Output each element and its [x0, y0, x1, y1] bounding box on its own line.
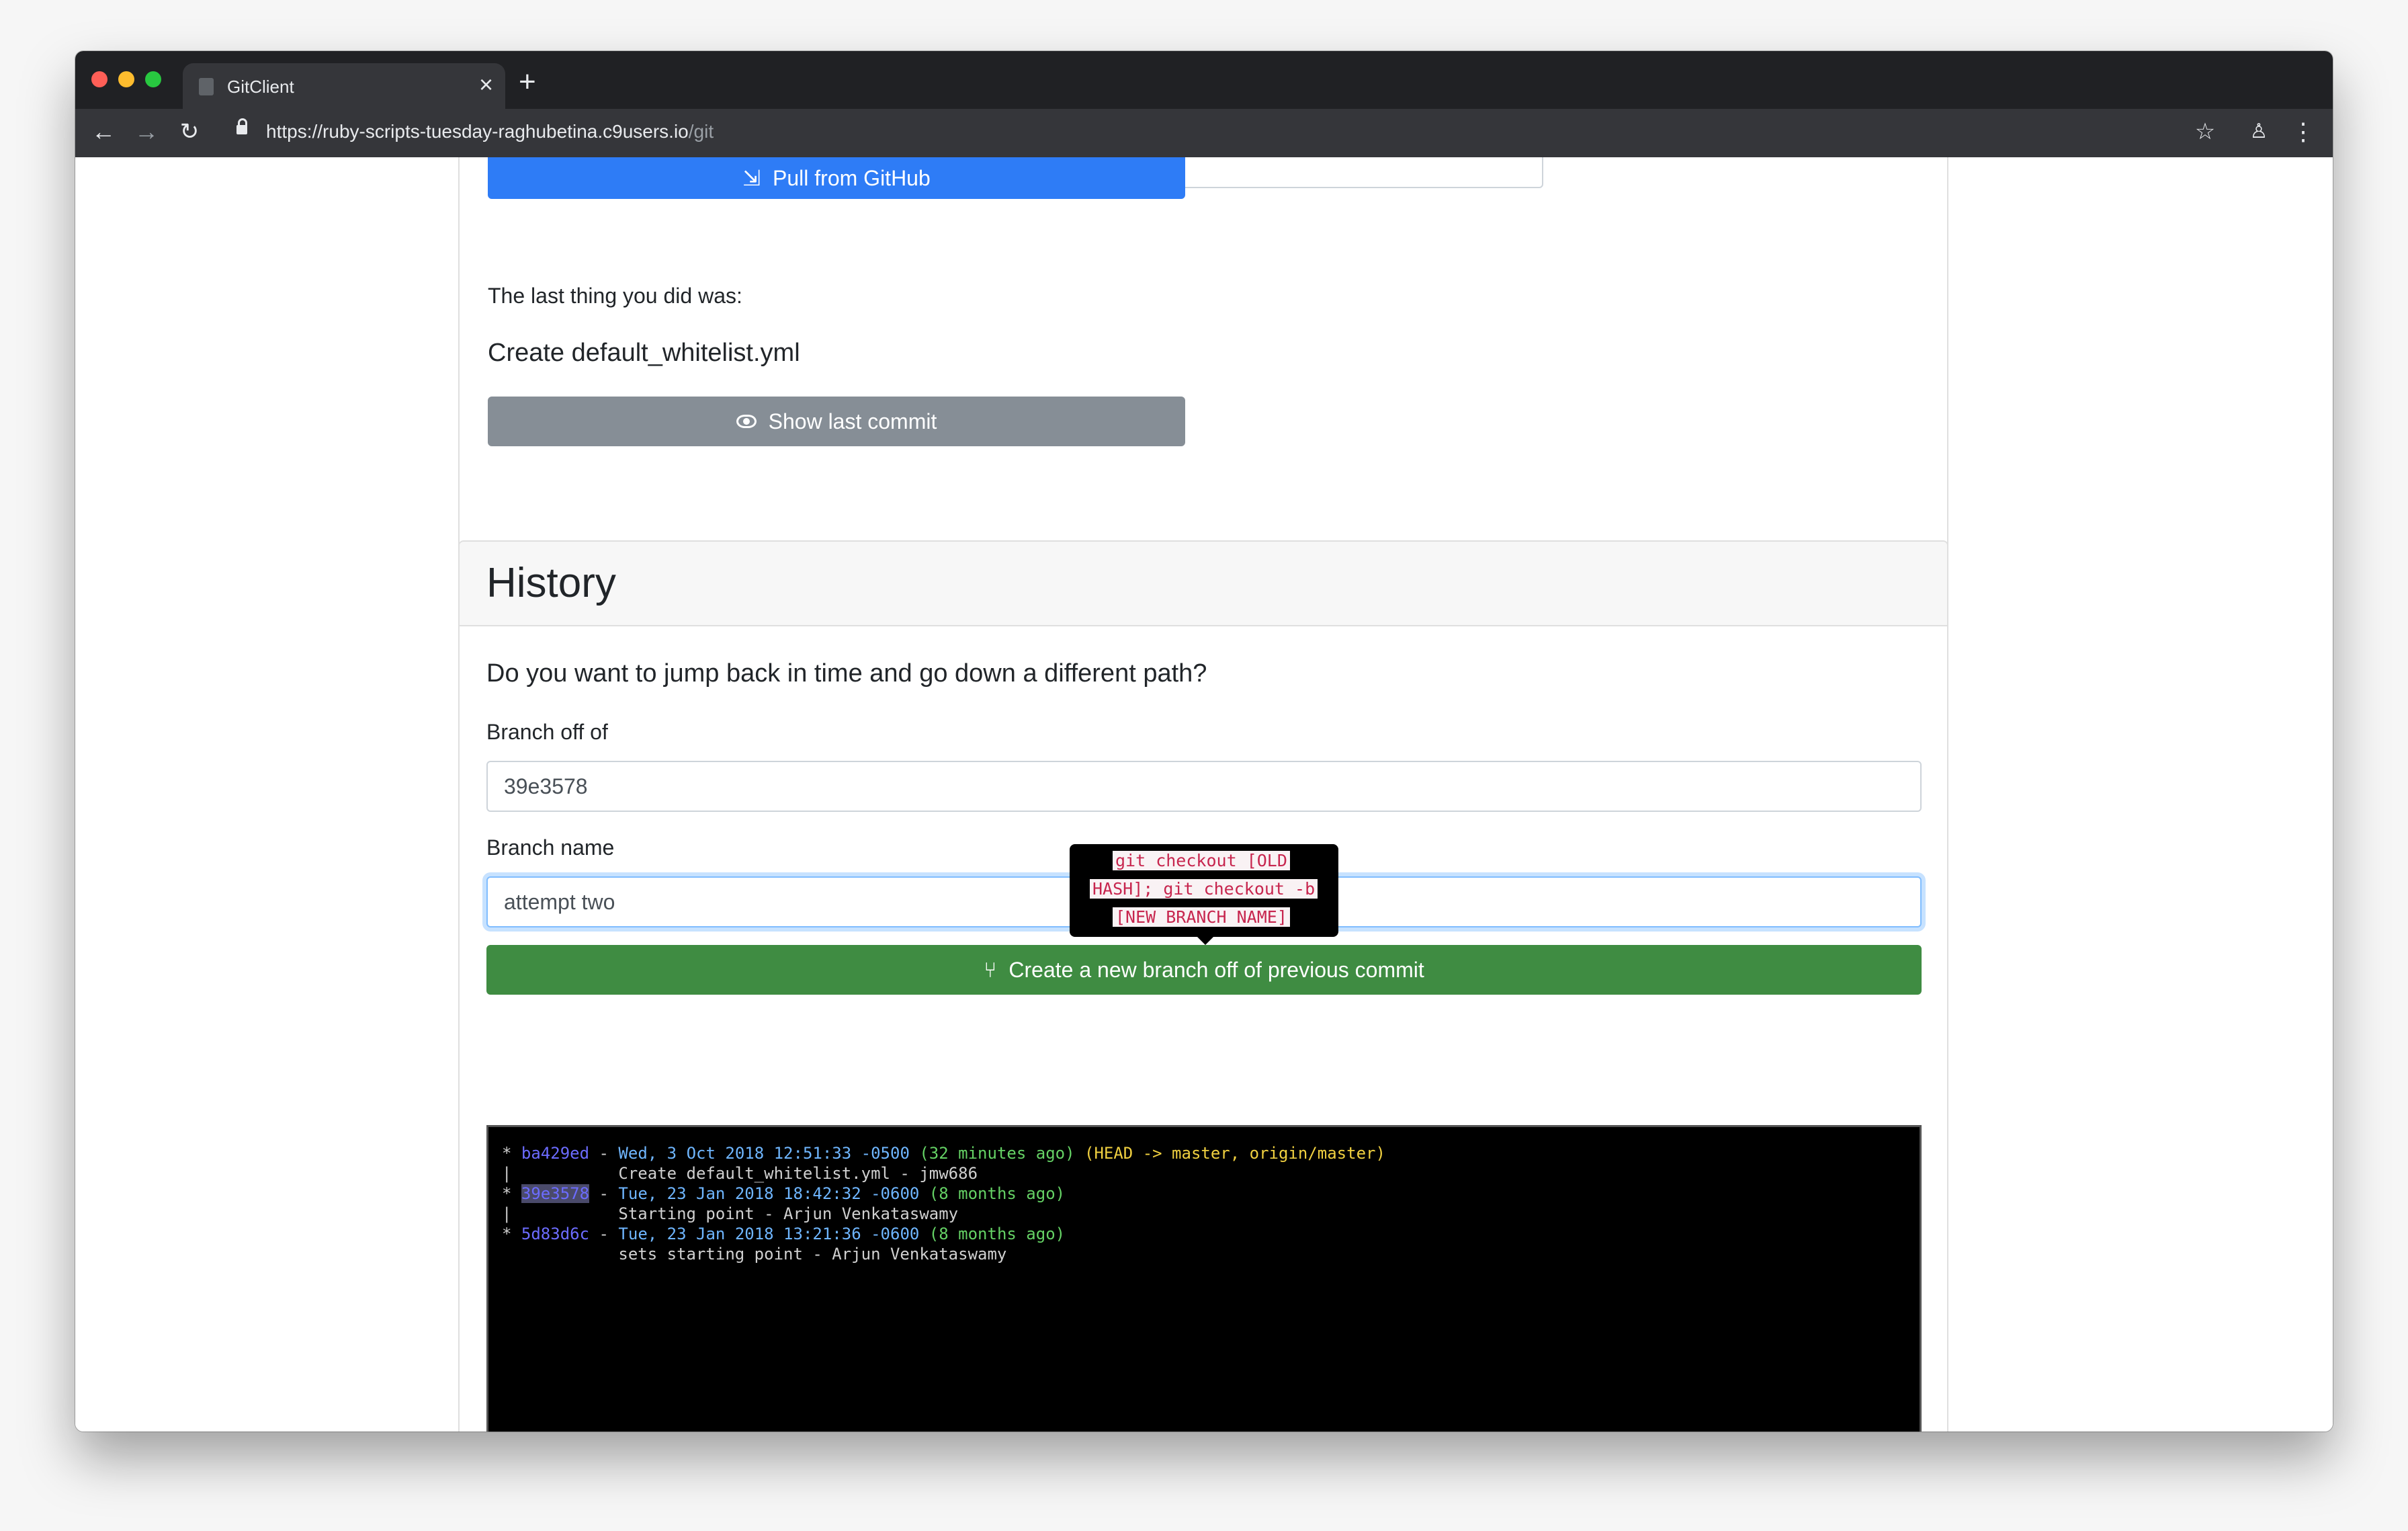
history-card-header: History: [460, 542, 1947, 626]
log-line: | Create default_whitelist.yml - jmw686: [502, 1164, 978, 1183]
new-tab-icon[interactable]: +: [519, 67, 536, 97]
commit-hash[interactable]: 5d83d6c: [521, 1225, 589, 1243]
close-window-button[interactable]: [91, 71, 108, 87]
tab-bar: GitClient × +: [75, 51, 2333, 109]
git-command-tooltip: git checkout [OLD HASH]; git checkout -b…: [1070, 844, 1338, 945]
show-last-commit-button[interactable]: Show last commit: [488, 397, 1185, 446]
browser-toolbar: ← → ↻ https://ruby-scripts-tuesday-raghu…: [75, 109, 2333, 157]
log-line: * 39e3578 - Tue, 23 Jan 2018 18:42:32 -0…: [502, 1184, 1066, 1203]
create-branch-label: Create a new branch off of previous comm…: [1008, 957, 1424, 982]
tooltip-line: [NEW BRANCH NAME]: [1113, 907, 1290, 927]
pull-from-github-button[interactable]: ⇲ Pull from GitHub: [488, 157, 1185, 199]
pull-button-label: Pull from GitHub: [773, 165, 931, 190]
address-bar[interactable]: https://ruby-scripts-tuesday-raghubetina…: [266, 121, 714, 142]
last-action-label: The last thing you did was:: [488, 284, 742, 308]
url-host: https://ruby-scripts-tuesday-raghubetina…: [266, 121, 689, 142]
lock-icon[interactable]: [236, 118, 247, 134]
commit-hash[interactable]: ba429ed: [521, 1144, 589, 1163]
forward-arrow-icon[interactable]: →: [133, 118, 160, 145]
git-log-terminal[interactable]: * ba429ed - Wed, 3 Oct 2018 12:51:33 -05…: [486, 1125, 1922, 1432]
branch-off-input[interactable]: [486, 761, 1922, 812]
show-last-commit-label: Show last commit: [768, 409, 937, 433]
page-favicon-icon: [199, 78, 214, 95]
history-card: History Do you want to jump back in time…: [458, 540, 1948, 1432]
maximize-window-button[interactable]: [145, 71, 161, 87]
close-icon[interactable]: ×: [479, 71, 493, 98]
tab-gitclient[interactable]: GitClient ×: [183, 63, 505, 109]
history-question: Do you want to jump back in time and go …: [486, 659, 1207, 688]
history-title: History: [486, 560, 616, 606]
bookmark-star-icon[interactable]: ☆: [2192, 118, 2219, 145]
log-line: * ba429ed - Wed, 3 Oct 2018 12:51:33 -05…: [502, 1144, 1385, 1163]
sign-in-icon: ⇲: [742, 166, 761, 190]
reload-icon[interactable]: ↻: [176, 118, 203, 145]
create-branch-button[interactable]: ⑂ Create a new branch off of previous co…: [486, 945, 1922, 995]
log-line: | Starting point - Arjun Venkataswamy: [502, 1204, 959, 1223]
log-line: sets starting point - Arjun Venkataswamy: [618, 1245, 1007, 1264]
eye-icon: [736, 415, 757, 428]
kebab-menu-icon[interactable]: ⋮: [2290, 118, 2317, 145]
tooltip-line: git checkout [OLD: [1113, 851, 1290, 870]
branch-off-label: Branch off of: [486, 720, 608, 744]
code-branch-icon: ⑂: [984, 957, 997, 982]
minimize-window-button[interactable]: [118, 71, 134, 87]
last-commit-message: Create default_whitelist.yml: [488, 339, 800, 367]
tooltip-line: HASH]; git checkout -b: [1090, 879, 1318, 899]
browser-window: GitClient × + ← → ↻ https://ruby-scripts…: [75, 51, 2333, 1432]
back-arrow-icon[interactable]: ←: [90, 118, 117, 145]
incognito-icon[interactable]: ♙: [2245, 118, 2272, 145]
url-path: /git: [688, 121, 714, 142]
commit-hash-selected[interactable]: 39e3578: [521, 1184, 590, 1203]
log-line: * 5d83d6c - Tue, 23 Jan 2018 13:21:36 -0…: [502, 1225, 1066, 1243]
page-viewport[interactable]: ⇲ Pull from GitHub The last thing you di…: [75, 157, 2333, 1432]
branch-name-label: Branch name: [486, 835, 615, 860]
tab-title: GitClient: [227, 77, 294, 97]
